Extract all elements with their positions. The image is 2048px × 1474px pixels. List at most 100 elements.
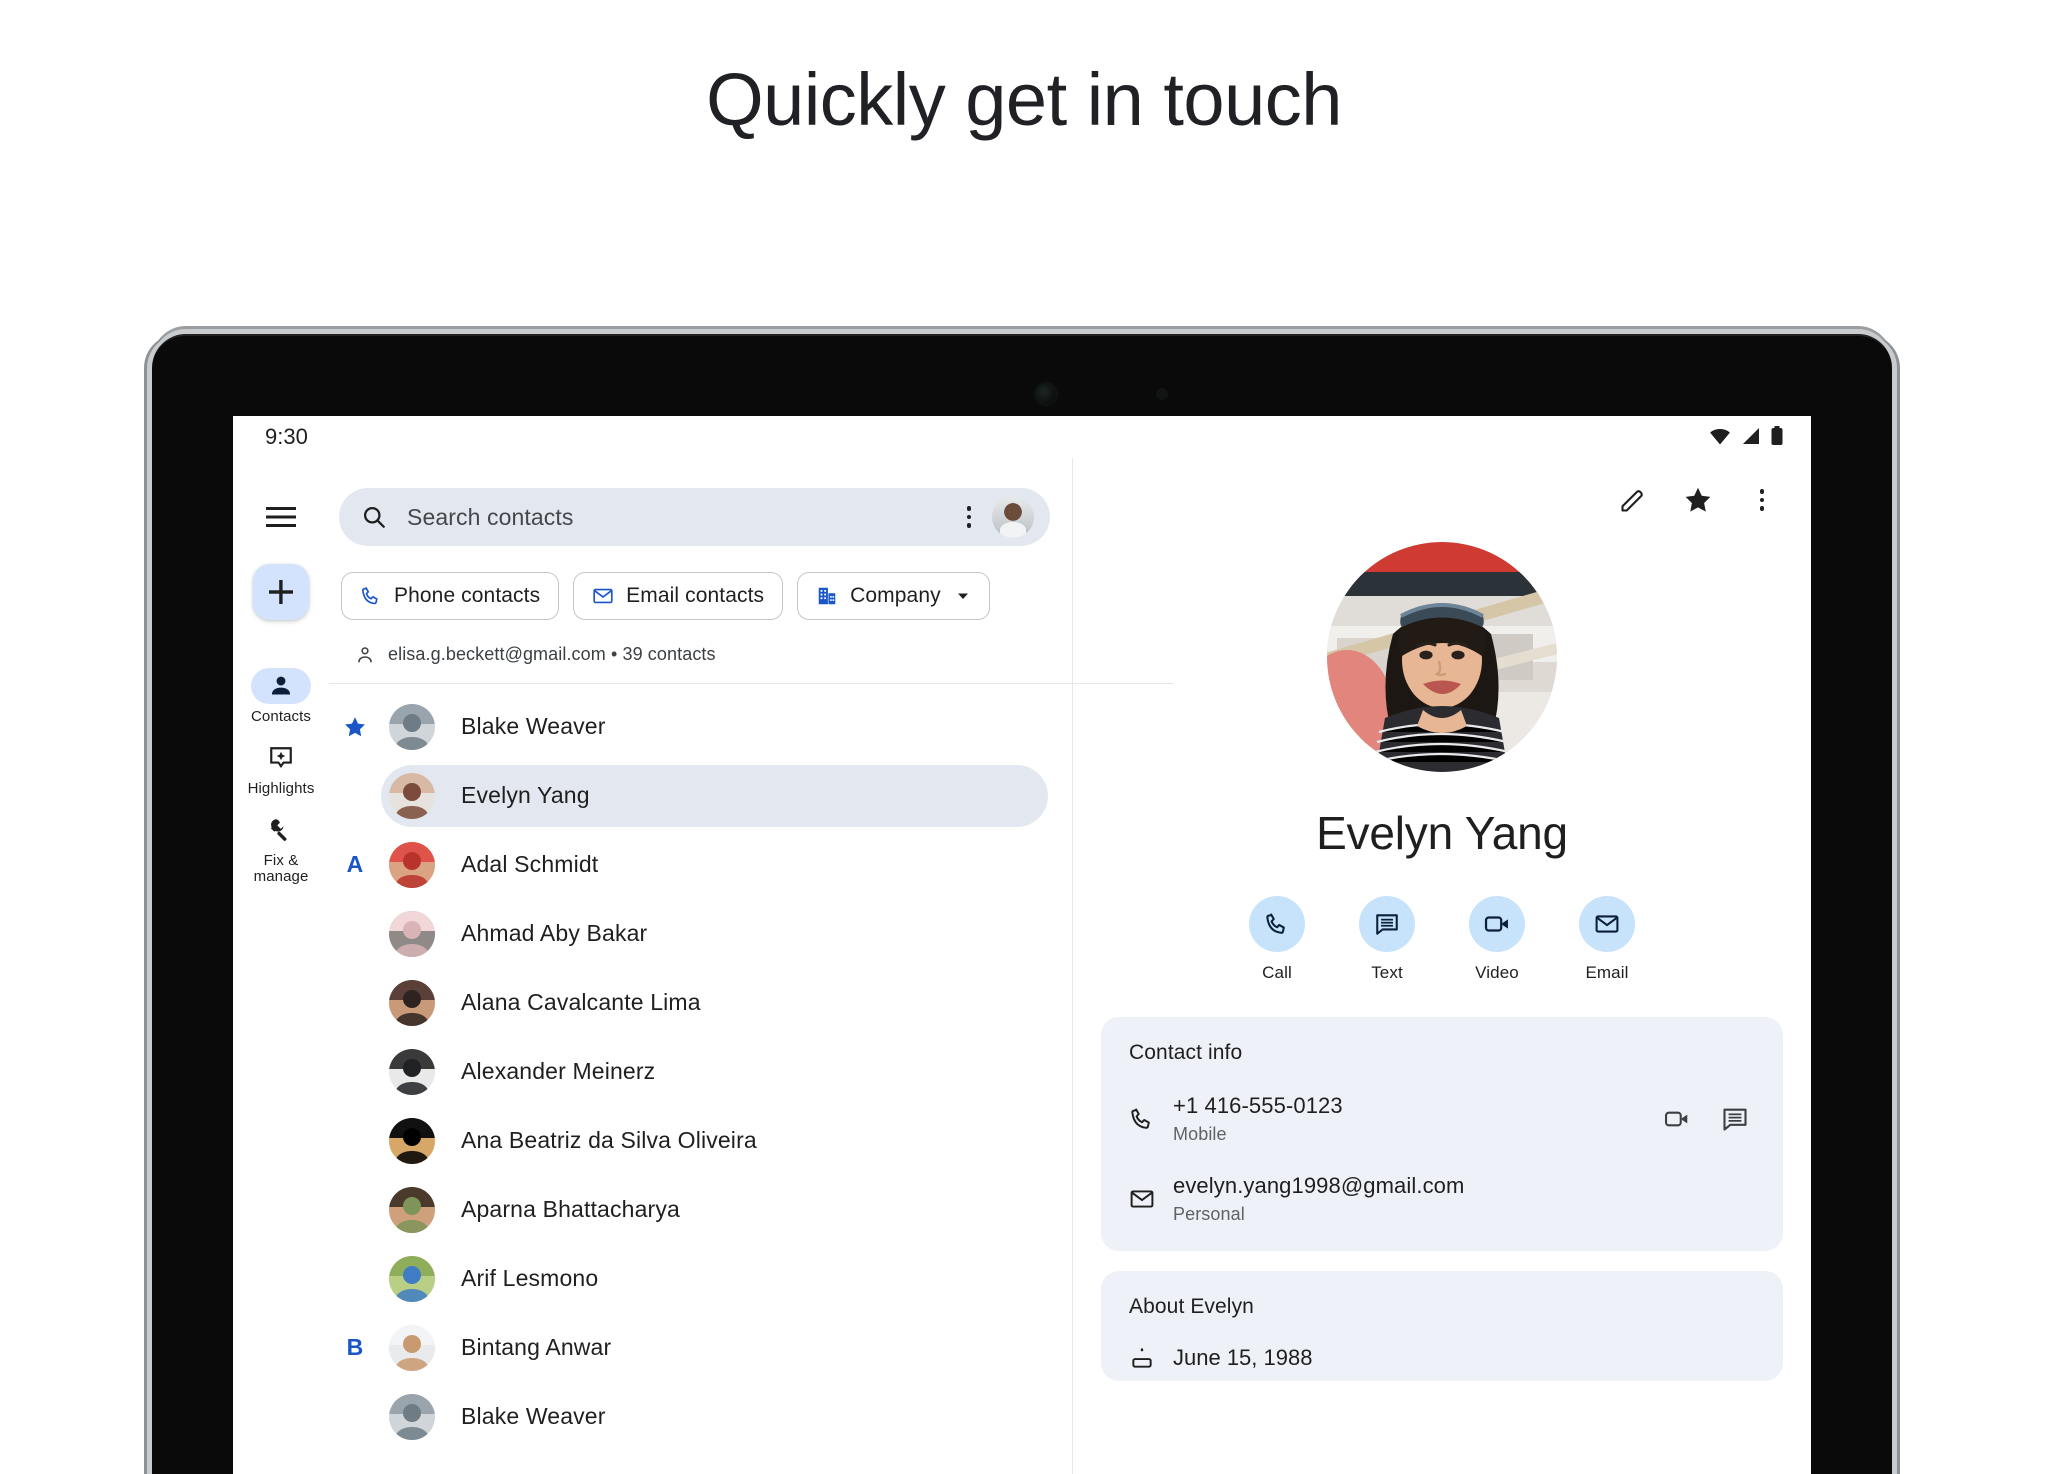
star-filled-icon[interactable]: [1683, 485, 1713, 515]
contact-row-content: Blake Weaver: [381, 696, 1048, 758]
sensor-icon: [1156, 388, 1168, 400]
email-label: Personal: [1173, 1204, 1245, 1224]
rail-pill-highlights: [251, 740, 311, 776]
contact-row-content: Adal Schmidt: [381, 834, 1048, 896]
contact-list-item[interactable]: Ana Beatriz da Silva Oliveira: [329, 1106, 1072, 1175]
contact-row-content: Ahmad Aby Bakar: [381, 903, 1048, 965]
rail-label-contacts: Contacts: [251, 708, 311, 725]
edit-pencil-icon[interactable]: [1619, 486, 1647, 514]
contact-photo: [1327, 542, 1557, 772]
tablet-device-frame: 9:30 Contacts Highlights Fix & manage Se…: [152, 334, 1892, 1474]
video-camera-icon[interactable]: [1663, 1105, 1691, 1133]
email-icon: [1129, 1186, 1173, 1212]
phone-icon: [1129, 1106, 1173, 1132]
contact-info-row-phone[interactable]: +1 416-555-0123 Mobile: [1129, 1093, 1755, 1145]
detail-overflow-icon[interactable]: [1749, 486, 1775, 514]
quick-action-circle: [1249, 896, 1305, 952]
contact-avatar: [389, 910, 435, 957]
contact-info-text: evelyn.yang1998@gmail.com Personal: [1173, 1173, 1755, 1225]
person-icon: [268, 673, 294, 699]
quick-action-text[interactable]: Text: [1348, 896, 1426, 983]
contact-list-item[interactable]: Blake Weaver: [329, 1382, 1072, 1451]
evelyn-yang-photo-illustration: [1327, 542, 1557, 772]
quick-action-label: Call: [1262, 963, 1292, 982]
rail-item-highlights[interactable]: Highlights: [235, 740, 327, 798]
about-row-birthday[interactable]: June 15, 1988: [1129, 1345, 1755, 1371]
rail-label-fix-and-manage: Fix & manage: [253, 851, 309, 886]
contact-list-item[interactable]: Alana Cavalcante Lima: [329, 968, 1072, 1037]
contact-info-title: Contact info: [1129, 1041, 1243, 1064]
contact-avatar: [389, 1117, 435, 1164]
search-icon: [361, 504, 387, 530]
rail-label-highlights: Highlights: [247, 779, 315, 797]
contact-avatar: [389, 703, 435, 750]
highlights-sparkle-icon: [268, 745, 294, 771]
contact-avatar: [389, 772, 435, 819]
battery-icon: [1771, 426, 1783, 446]
contact-name-heading: Evelyn Yang: [1316, 807, 1568, 859]
detail-action-bar: [1101, 458, 1783, 520]
quick-action-video[interactable]: Video: [1458, 896, 1536, 983]
contacts-list[interactable]: Blake Weaver Evelyn Yang A Adal Schmidt Ahma…: [329, 684, 1072, 1474]
search-bar[interactable]: Search contacts: [339, 488, 1050, 546]
account-summary-text: elisa.g.beckett@gmail.com • 39 contacts: [388, 644, 716, 664]
page-headline-container: Quickly get in touch: [0, 0, 2048, 330]
contact-list-item[interactable]: Alexander Meinerz: [329, 1037, 1072, 1106]
email-icon: [592, 585, 614, 607]
rail-item-contacts[interactable]: Contacts: [235, 668, 327, 726]
contact-row-content: Aparna Bhattacharya: [381, 1179, 1048, 1241]
quick-action-call[interactable]: Call: [1238, 896, 1316, 983]
phone-icon: [1264, 911, 1290, 937]
message-icon: [1374, 911, 1400, 937]
quick-action-circle: [1359, 896, 1415, 952]
chip-label: Company: [850, 584, 941, 607]
contact-name: Adal Schmidt: [461, 851, 599, 877]
cellular-signal-icon: [1741, 427, 1761, 445]
contact-list-item[interactable]: Blake Weaver: [329, 692, 1072, 761]
contact-info-row-email[interactable]: evelyn.yang1998@gmail.com Personal: [1129, 1173, 1755, 1225]
contact-name: Alexander Meinerz: [461, 1058, 656, 1084]
search-overflow-icon[interactable]: [956, 503, 982, 531]
contact-row-content: Alana Cavalcante Lima: [381, 972, 1048, 1034]
quick-action-label: Text: [1371, 963, 1403, 982]
about-title: About Evelyn: [1129, 1295, 1254, 1318]
tablet-screen: 9:30 Contacts Highlights Fix & manage Se…: [233, 416, 1811, 1474]
contact-name: Alana Cavalcante Lima: [461, 989, 701, 1015]
contact-list-item[interactable]: Aparna Bhattacharya: [329, 1175, 1072, 1244]
plus-icon: [269, 580, 293, 604]
quick-action-email[interactable]: Email: [1568, 896, 1646, 983]
status-time: 9:30: [265, 424, 308, 449]
contact-list-item[interactable]: B Bintang Anwar: [329, 1313, 1072, 1382]
message-icon[interactable]: [1721, 1105, 1749, 1133]
contact-list-item[interactable]: Ahmad Aby Bakar: [329, 899, 1072, 968]
contact-row-content: Arif Lesmono: [381, 1248, 1048, 1310]
search-input[interactable]: Search contacts: [407, 504, 956, 531]
contact-list-item[interactable]: A Adal Schmidt: [329, 830, 1072, 899]
contact-avatar: [389, 1186, 435, 1233]
hamburger-menu-icon[interactable]: [256, 492, 306, 542]
chip-phone-contacts[interactable]: Phone contacts: [341, 572, 560, 620]
quick-action-circle: [1579, 896, 1635, 952]
phone-number: +1 416-555-0123: [1173, 1093, 1343, 1118]
contact-name: Arif Lesmono: [461, 1265, 599, 1291]
email-icon: [1594, 911, 1620, 937]
contact-detail-pane: Evelyn Yang Call Text Video Email Contac…: [1073, 458, 1811, 1474]
email-address: evelyn.yang1998@gmail.com: [1173, 1173, 1465, 1198]
account-summary[interactable]: elisa.g.beckett@gmail.com • 39 contacts: [355, 644, 1072, 665]
cake-icon: [1129, 1345, 1173, 1371]
contact-list-item[interactable]: Evelyn Yang: [329, 761, 1072, 830]
quick-action-circle: [1469, 896, 1525, 952]
rail-item-fix-and-manage[interactable]: Fix & manage: [235, 812, 327, 887]
chip-company[interactable]: Company: [797, 572, 990, 620]
contact-info-card: Contact info +1 416-555-0123 Mobile evel…: [1101, 1017, 1783, 1251]
chip-label: Email contacts: [626, 584, 765, 607]
create-contact-fab[interactable]: [253, 564, 309, 620]
account-avatar[interactable]: [992, 496, 1034, 538]
contact-name: Blake Weaver: [461, 713, 606, 739]
quick-action-label: Email: [1585, 963, 1629, 982]
contact-row-content: Bintang Anwar: [381, 1317, 1048, 1379]
contact-list-item[interactable]: Arif Lesmono: [329, 1244, 1072, 1313]
chevron-down-icon: [955, 588, 971, 604]
chip-email-contacts[interactable]: Email contacts: [573, 572, 784, 620]
page-title: Quickly get in touch: [706, 58, 1342, 141]
